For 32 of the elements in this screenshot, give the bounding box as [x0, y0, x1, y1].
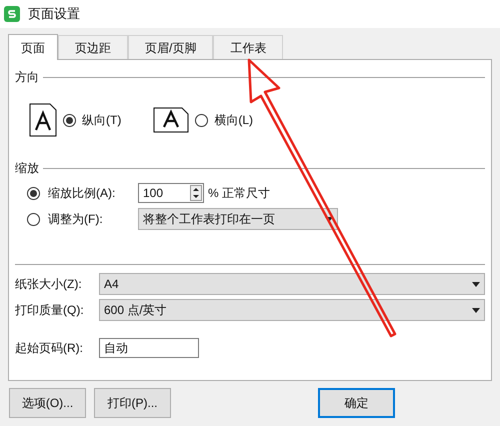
landscape-page-icon	[153, 107, 190, 133]
field-label: 纸张大小(Z):	[15, 276, 83, 293]
dialog-button[interactable]: 选项(O)...	[9, 388, 86, 418]
radio-button[interactable]	[27, 186, 40, 200]
radio-label: 横向(L)	[214, 112, 253, 129]
dialog-button[interactable]: 打印(P)...	[94, 388, 171, 418]
scale-unit-label: % 正常尺寸	[208, 185, 270, 202]
portrait-page-icon	[29, 103, 57, 137]
spin-field[interactable]: 100	[138, 183, 204, 203]
dialog-button[interactable]: 确定	[318, 388, 395, 418]
dropdown[interactable]: 600 点/英寸	[99, 299, 485, 321]
dropdown-caret-icon	[472, 282, 480, 286]
radio-button[interactable]	[195, 114, 208, 126]
input-field[interactable]: 自动	[99, 338, 199, 358]
tab[interactable]: 工作表	[213, 35, 284, 59]
tab[interactable]: 页眉/页脚	[128, 35, 214, 59]
spin-arrows-icon	[190, 185, 202, 201]
tab[interactable]: 页面	[8, 34, 58, 60]
radio-button[interactable]	[63, 114, 76, 126]
section-title: 方向	[15, 69, 39, 86]
radio-button[interactable]	[27, 212, 40, 226]
field-label: 打印质量(Q):	[15, 302, 85, 319]
radio-label: 缩放比例(A):	[48, 185, 116, 202]
dropdown[interactable]: A4	[99, 273, 485, 295]
field-label: 起始页码(R):	[15, 340, 84, 357]
section-title: 缩放	[15, 160, 39, 177]
app-logo-icon	[4, 6, 20, 22]
tab[interactable]: 页边距	[58, 35, 128, 59]
dropdown-caret-icon	[472, 308, 480, 312]
window-title: 页面设置	[28, 5, 80, 24]
radio-label: 调整为(F):	[48, 211, 104, 228]
radio-label: 纵向(T)	[82, 112, 122, 129]
